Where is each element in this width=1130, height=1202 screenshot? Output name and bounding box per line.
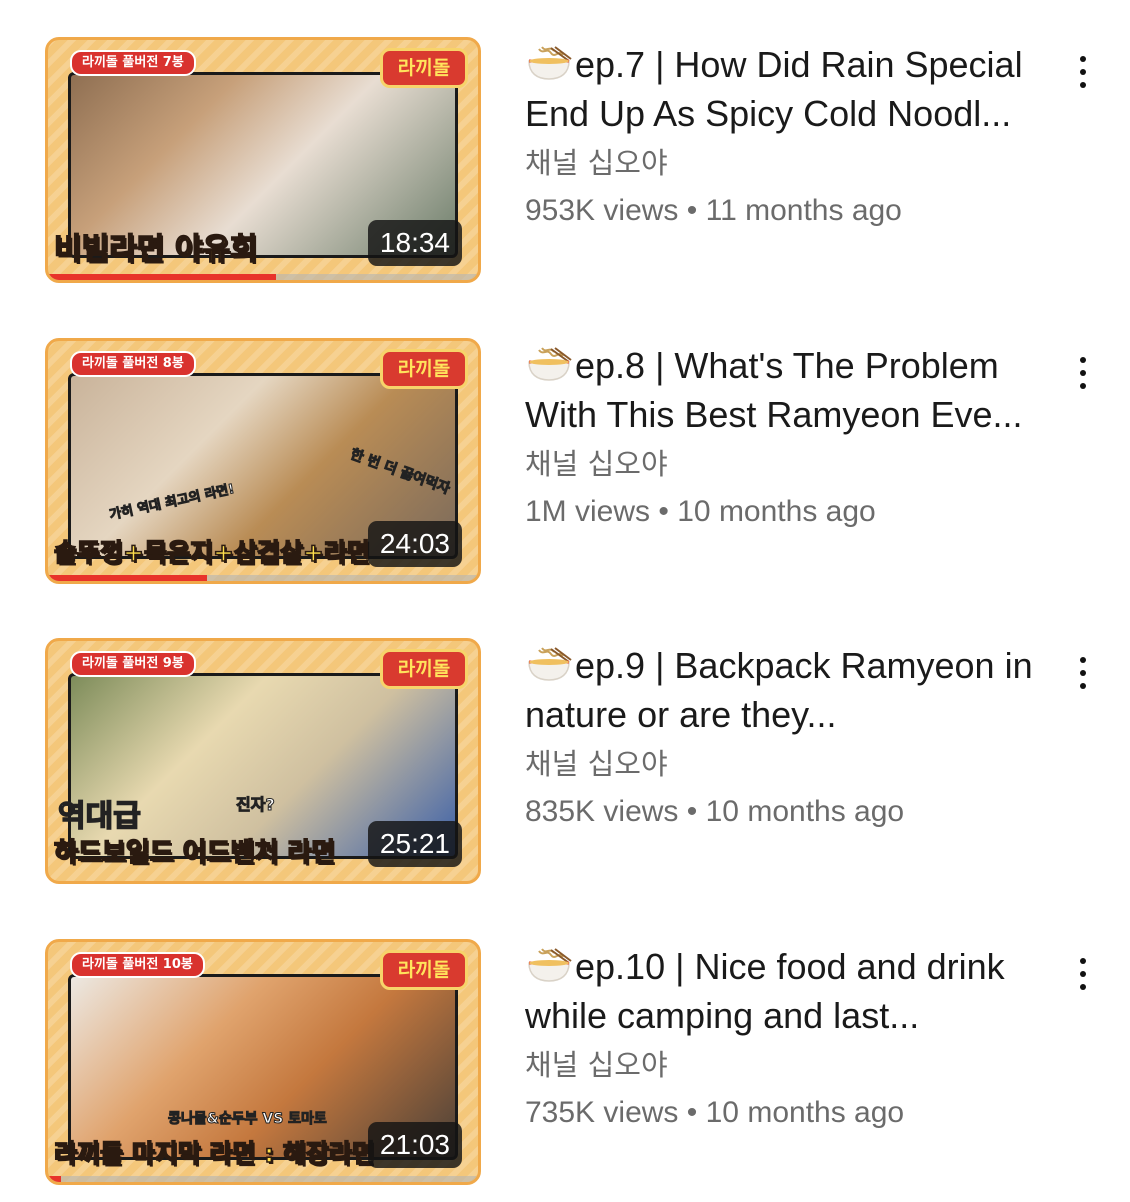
meta-separator: • [686,194,698,227]
video-title[interactable]: ep.9 | Backpack Ramyeon in nature or are… [525,641,1065,739]
video-title-text: ep.10 | Nice food and drink while campin… [525,946,1005,1036]
noodle-bowl-icon [525,44,573,80]
watch-progress-bar [48,274,478,280]
thumbnail-caption: 라끼돌 마지막 라면 : 해장라면 [54,1138,374,1169]
video-title-text: ep.8 | What's The Problem With This Best… [525,345,1023,435]
watch-progress-bar [48,1176,478,1182]
thumbnail-overlay-text: 역대급 [57,798,141,835]
video-item[interactable]: 라끼돌 풀버전 9봉 라끼돌 역대급 진자? 하드보일드 어드벤처 라면 25:… [0,601,1130,901]
thumbnail-overlay-text: 콩나물&순두부 VS 토마토 [168,1111,328,1128]
watch-progress-fill [48,274,276,280]
more-vertical-icon[interactable] [1068,353,1098,393]
thumbnail-episode-tag: 라끼돌 풀버전 10봉 [70,952,205,978]
video-title-text: ep.7 | How Did Rain Special End Up As Sp… [525,44,1023,134]
video-duration-badge: 25:21 [367,821,462,867]
watch-progress-bar [48,575,478,581]
video-title-text: ep.9 | Backpack Ramyeon in nature or are… [525,645,1033,735]
video-duration-badge: 18:34 [367,220,462,266]
video-duration-badge: 21:03 [367,1122,462,1168]
view-count: 953K views [525,194,679,227]
channel-name[interactable]: 채널 십오야 [525,142,1065,184]
thumbnail-overlay-text: 진자? [236,795,276,815]
thumbnail-show-logo: 라끼돌 [380,349,468,389]
video-duration-badge: 24:03 [367,521,462,567]
thumbnail-episode-tag: 라끼돌 풀버전 8봉 [70,351,196,377]
channel-name[interactable]: 채널 십오야 [525,743,1065,785]
video-title[interactable]: ep.8 | What's The Problem With This Best… [525,341,1065,439]
thumbnail-show-logo: 라끼돌 [380,950,468,990]
watch-progress-fill [48,1176,61,1182]
noodle-bowl-icon [525,645,573,681]
video-thumbnail[interactable]: 라끼돌 풀버전 8봉 라끼돌 가히 역대 최고의 라면! 한 번 더 끓여먹자 … [45,338,481,584]
meta-separator: • [686,795,698,828]
video-stats: 735K views • 10 months ago [525,1092,1065,1134]
watch-progress-fill [48,575,208,581]
upload-age: 10 months ago [705,795,905,828]
video-title[interactable]: ep.7 | How Did Rain Special End Up As Sp… [525,40,1065,138]
video-item[interactable]: 라끼돌 풀버전 7봉 라끼돌 비빔라면 야유회 18:34 ep.7 | How… [0,0,1130,300]
video-item[interactable]: 라끼돌 풀버전 10봉 라끼돌 콩나물&순두부 VS 토마토 라끼돌 마지막 라… [0,902,1130,1202]
thumbnail-show-logo: 라끼돌 [380,649,468,689]
more-vertical-icon[interactable] [1068,52,1098,92]
video-thumbnail[interactable]: 라끼돌 풀버전 9봉 라끼돌 역대급 진자? 하드보일드 어드벤처 라면 25:… [45,638,481,884]
video-title[interactable]: ep.10 | Nice food and drink while campin… [525,942,1065,1040]
thumbnail-caption: 비빔라면 야유회 [54,231,258,268]
thumbnail-episode-tag: 라끼돌 풀버전 7봉 [70,50,196,76]
thumbnail-episode-tag: 라끼돌 풀버전 9봉 [70,651,196,677]
channel-name[interactable]: 채널 십오야 [525,1044,1065,1086]
noodle-bowl-icon [525,345,573,381]
more-vertical-icon[interactable] [1068,653,1098,693]
more-vertical-icon[interactable] [1068,954,1098,994]
view-count: 1M views [525,495,651,528]
view-count: 835K views [525,795,679,828]
upload-age: 10 months ago [705,1096,905,1129]
upload-age: 11 months ago [705,194,902,227]
video-item[interactable]: 라끼돌 풀버전 8봉 라끼돌 가히 역대 최고의 라면! 한 번 더 끓여먹자 … [0,301,1130,601]
view-count: 735K views [525,1096,679,1129]
channel-name[interactable]: 채널 십오야 [525,443,1065,485]
thumbnail-caption: 하드보일드 어드벤처 라면 [54,837,336,869]
video-stats: 1M views • 10 months ago [525,491,1065,533]
meta-separator: • [658,495,669,528]
video-thumbnail[interactable]: 라끼돌 풀버전 7봉 라끼돌 비빔라면 야유회 18:34 [45,37,481,283]
video-stats: 953K views • 11 months ago [525,190,1065,232]
thumbnail-show-logo: 라끼돌 [380,48,468,88]
thumbnail-caption: 솥뚜껑+묵은지+삼겹살+라면 [54,537,370,568]
noodle-bowl-icon [525,946,573,982]
meta-separator: • [686,1096,698,1129]
video-stats: 835K views • 10 months ago [525,791,1065,833]
upload-age: 10 months ago [677,495,876,528]
video-thumbnail[interactable]: 라끼돌 풀버전 10봉 라끼돌 콩나물&순두부 VS 토마토 라끼돌 마지막 라… [45,939,481,1185]
